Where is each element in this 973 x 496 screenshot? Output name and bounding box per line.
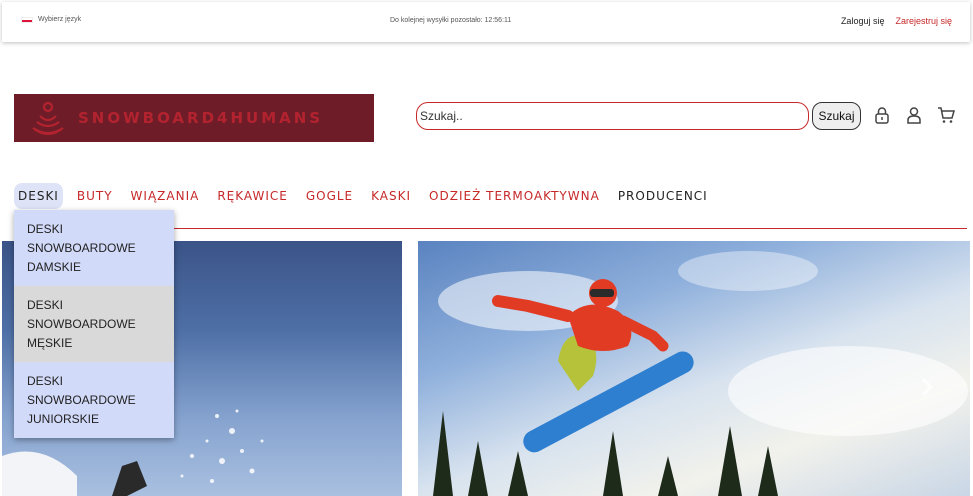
auth-links: Zaloguj się Zarejestruj się bbox=[841, 16, 952, 26]
dropdown-item-label: DESKI bbox=[27, 374, 64, 388]
logo-emblem-icon bbox=[32, 101, 64, 136]
banner-image-right[interactable] bbox=[418, 241, 970, 496]
nav-item-rekawice[interactable]: RĘKAWICE bbox=[213, 183, 292, 209]
dropdown-item-label: DESKI bbox=[27, 222, 64, 236]
dropdown-item-label: SNOWBOARDOWE bbox=[27, 317, 136, 331]
register-link[interactable]: Zarejestruj się bbox=[895, 16, 952, 26]
dropdown-item-label: MĘSKIE bbox=[27, 336, 73, 350]
dropdown-item-deski-juniorskie[interactable]: DESKI SNOWBOARDOWE JUNIORSKIE bbox=[14, 362, 174, 438]
carousel-next-icon[interactable] bbox=[918, 376, 936, 398]
deski-dropdown-menu: DESKI SNOWBOARDOWE DAMSKIE DESKI SNOWBOA… bbox=[14, 210, 174, 438]
language-label: Wybierz język bbox=[38, 16, 82, 23]
search-input[interactable] bbox=[416, 102, 809, 130]
cart-icon[interactable] bbox=[937, 106, 955, 124]
dropdown-item-label: JUNIORSKIE bbox=[27, 412, 100, 426]
dropdown-item-label: SNOWBOARDOWE bbox=[27, 241, 136, 255]
search-button[interactable]: Szukaj bbox=[812, 102, 861, 130]
nav-item-producenci[interactable]: PRODUCENCI bbox=[614, 183, 712, 209]
dropdown-item-label: DAMSKIE bbox=[27, 260, 82, 274]
nav-item-gogle[interactable]: GOGLE bbox=[302, 183, 357, 209]
dropdown-item-label: DESKI bbox=[27, 298, 64, 312]
nav-item-odziez[interactable]: ODZIEŻ TERMOAKTYWNA bbox=[425, 183, 604, 209]
lock-icon[interactable] bbox=[873, 106, 891, 124]
nav-item-deski[interactable]: DESKI bbox=[14, 183, 63, 209]
dropdown-item-deski-meskie[interactable]: DESKI SNOWBOARDOWE MĘSKIE bbox=[14, 286, 174, 362]
main-nav: DESKI BUTY WIĄZANIA RĘKAWICE GOGLE KASKI… bbox=[14, 181, 722, 211]
logo-text: SNOWBOARD4HUMANS bbox=[78, 109, 324, 127]
login-link[interactable]: Zaloguj się bbox=[841, 16, 885, 26]
dropdown-item-label: SNOWBOARDOWE bbox=[27, 393, 136, 407]
nav-item-wiazania[interactable]: WIĄZANIA bbox=[127, 183, 204, 209]
language-selector[interactable]: Wybierz język bbox=[21, 16, 81, 23]
site-logo[interactable]: SNOWBOARD4HUMANS bbox=[14, 94, 374, 142]
poland-flag-icon bbox=[21, 16, 33, 23]
shipping-countdown: Do kolejnej wysyłki pozostało: 12:56:11 bbox=[390, 17, 512, 24]
user-icon[interactable] bbox=[905, 106, 923, 124]
snowboarder-jump-illustration bbox=[433, 251, 968, 496]
nav-item-buty[interactable]: BUTY bbox=[73, 183, 117, 209]
nav-item-kaski[interactable]: KASKI bbox=[367, 183, 415, 209]
dropdown-item-deski-damskie[interactable]: DESKI SNOWBOARDOWE DAMSKIE bbox=[14, 210, 174, 286]
top-bar: Wybierz język Do kolejnej wysyłki pozost… bbox=[2, 2, 970, 42]
